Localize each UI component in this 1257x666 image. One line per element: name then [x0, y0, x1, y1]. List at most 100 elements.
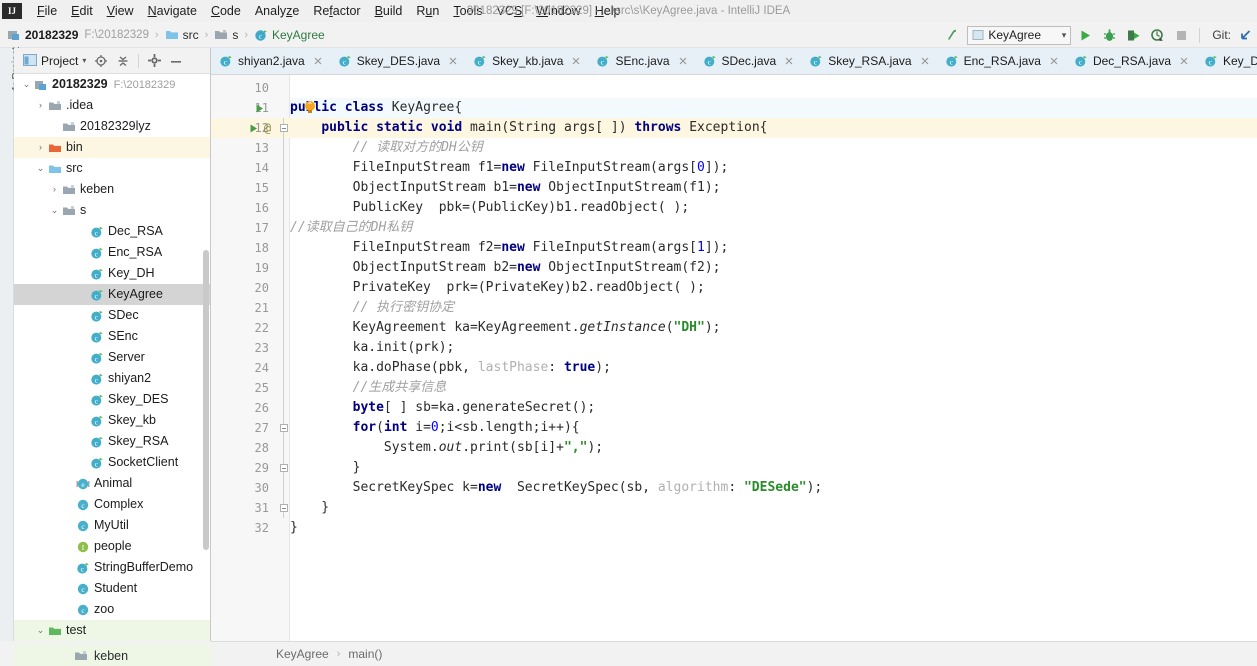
code-line-19[interactable]: ObjectInputStream b2=new ObjectInputStre…: [290, 258, 721, 278]
close-icon[interactable]: [920, 56, 930, 66]
tree-node-skey-rsa[interactable]: c Skey_RSA: [14, 431, 210, 452]
code-line-20[interactable]: PrivateKey prk=(PrivateKey)b2.readObject…: [290, 278, 705, 298]
editor-tab-senc-java[interactable]: c SEnc.java: [588, 48, 695, 74]
editor-gutter[interactable]: 1011121314151617181920212223242526272829…: [211, 75, 277, 641]
close-icon[interactable]: [1049, 56, 1059, 66]
breadcrumb-item-class[interactable]: c KeyAgree: [251, 27, 328, 43]
tree-node--idea[interactable]: › .idea: [14, 95, 210, 116]
editor-tab-skey-des-java[interactable]: c Skey_DES.java: [329, 48, 466, 74]
chevron-down-icon[interactable]: ⌄: [20, 74, 33, 95]
editor-tab-skey-kb-java[interactable]: c Skey_kb.java: [465, 48, 589, 74]
menu-item-navigate[interactable]: Navigate: [141, 2, 204, 20]
tree-node-keyagree[interactable]: c KeyAgree: [14, 284, 210, 305]
tree-node-animal[interactable]: e Animal: [14, 473, 210, 494]
settings-gear-icon[interactable]: [144, 51, 164, 71]
editor-fold-column[interactable]: [277, 75, 290, 641]
code-line-24[interactable]: ka.doPhase(pbk, lastPhase: true);: [290, 358, 611, 378]
tree-node-src[interactable]: ⌄ src: [14, 158, 210, 179]
status-crumb-method[interactable]: main(): [348, 647, 382, 661]
code-line-30[interactable]: SecretKeySpec k=new SecretKeySpec(sb, al…: [290, 478, 823, 498]
code-line-18[interactable]: FileInputStream f2=new FileInputStream(a…: [290, 238, 729, 258]
run-icon[interactable]: [1076, 26, 1095, 45]
project-tree[interactable]: ⌄ 20182329 F:\20182329 › .idea 20182329lyz › bi…: [14, 74, 210, 648]
editor-tab-skey-rsa-java[interactable]: c Skey_RSA.java: [801, 48, 937, 74]
close-icon[interactable]: [1179, 56, 1189, 66]
code-line-21[interactable]: // 执行密钥协定: [290, 298, 454, 318]
tool-tab-project-wrap[interactable]: 1: Project: [0, 47, 22, 126]
hide-panel-icon[interactable]: [166, 51, 186, 71]
fold-marker[interactable]: [280, 504, 288, 512]
code-line-14[interactable]: FileInputStream f1=new FileInputStream(a…: [290, 158, 729, 178]
chevron-down-icon[interactable]: ⌄: [34, 158, 47, 179]
collapse-all-icon[interactable]: [113, 51, 133, 71]
tree-node-people[interactable]: Ipeople: [14, 536, 210, 557]
editor-tab-shiyan2-java[interactable]: c shiyan2.java: [211, 48, 330, 74]
override-at-icon[interactable]: @: [261, 118, 274, 138]
menu-item-view[interactable]: View: [100, 2, 141, 20]
run-coverage-icon[interactable]: [1124, 26, 1143, 45]
fold-marker[interactable]: [280, 124, 288, 132]
tree-node-shiyan2[interactable]: c shiyan2: [14, 368, 210, 389]
locate-icon[interactable]: [91, 51, 111, 71]
menu-item-build[interactable]: Build: [368, 2, 410, 20]
chevron-right-icon[interactable]: ›: [34, 95, 47, 116]
tree-node-sdec[interactable]: c SDec: [14, 305, 210, 326]
code-line-32[interactable]: }: [290, 518, 298, 538]
chevron-down-icon[interactable]: ▾: [1062, 30, 1067, 41]
chevron-right-icon[interactable]: ›: [34, 137, 47, 158]
chevron-down-icon[interactable]: ⌄: [48, 200, 61, 221]
tree-node-server[interactable]: c Server: [14, 347, 210, 368]
close-icon[interactable]: [313, 56, 323, 66]
intention-bulb-icon[interactable]: [302, 99, 318, 115]
code-line-25[interactable]: //生成共享信息: [290, 378, 447, 398]
code-editor[interactable]: 1011121314151617181920212223242526272829…: [211, 75, 1257, 641]
chevron-down-icon[interactable]: ⌄: [34, 620, 47, 641]
tree-node-s[interactable]: ⌄ s: [14, 200, 210, 221]
menu-item-run[interactable]: Run: [409, 2, 446, 20]
code-line-15[interactable]: ObjectInputStream b1=new ObjectInputStre…: [290, 178, 721, 198]
breadcrumb-item-project[interactable]: 20182329 F:\20182329: [4, 27, 152, 43]
code-line-12[interactable]: public static void main(String args[ ]) …: [290, 118, 767, 138]
tree-node-key-dh[interactable]: c Key_DH: [14, 263, 210, 284]
code-line-31[interactable]: }: [290, 498, 329, 518]
menu-item-refactor[interactable]: Refactor: [306, 2, 367, 20]
breadcrumb[interactable]: 20182329 F:\20182329 › src › s › c KeyAg…: [4, 27, 328, 43]
project-panel-title-button[interactable]: Project ▾: [20, 53, 89, 69]
code-line-17[interactable]: //读取自己的DH私钥: [290, 218, 412, 238]
tree-node-bin[interactable]: › bin: [14, 137, 210, 158]
code-line-22[interactable]: KeyAgreement ka=KeyAgreement.getInstance…: [290, 318, 721, 338]
tree-node-senc[interactable]: c SEnc: [14, 326, 210, 347]
tree-node-test[interactable]: ⌄ test: [14, 620, 210, 641]
run-gutter-icon[interactable]: [247, 118, 260, 138]
close-icon[interactable]: [678, 56, 688, 66]
tree-node-complex[interactable]: c Complex: [14, 494, 210, 515]
close-icon[interactable]: [571, 56, 581, 66]
tree-node-zoo[interactable]: c zoo: [14, 599, 210, 620]
status-crumb-class[interactable]: KeyAgree: [276, 647, 329, 661]
tree-node-dec-rsa[interactable]: c Dec_RSA: [14, 221, 210, 242]
editor-tab-enc-rsa-java[interactable]: c Enc_RSA.java: [936, 48, 1066, 74]
menu-item-code[interactable]: Code: [204, 2, 248, 20]
tree-node-student[interactable]: c Student: [14, 578, 210, 599]
project-tree-scrollbar[interactable]: [202, 74, 210, 648]
breadcrumb-item-s[interactable]: s: [211, 27, 241, 43]
editor-tab-key-dh-java[interactable]: c Key_DH.java: [1196, 48, 1257, 74]
close-icon[interactable]: [784, 56, 794, 66]
chevron-down-icon[interactable]: ▾: [82, 56, 86, 65]
tree-node-20182329[interactable]: ⌄ 20182329 F:\20182329: [14, 74, 210, 95]
tree-node-enc-rsa[interactable]: c Enc_RSA: [14, 242, 210, 263]
menu-item-analyze[interactable]: Analyze: [248, 2, 306, 20]
editor-tab-bar[interactable]: c shiyan2.java c Skey_DES.java c Skey_kb.java…: [211, 48, 1257, 75]
tree-node-stringbufferdemo[interactable]: c StringBufferDemo: [14, 557, 210, 578]
editor-code-area[interactable]: public class KeyAgree{ public static voi…: [290, 75, 1257, 641]
vcs-update-icon[interactable]: [1236, 26, 1255, 45]
code-line-23[interactable]: ka.init(prk);: [290, 338, 455, 358]
fold-marker[interactable]: [280, 424, 288, 432]
profile-icon[interactable]: [1148, 26, 1167, 45]
tree-node-skey-des[interactable]: c Skey_DES: [14, 389, 210, 410]
code-line-26[interactable]: byte[ ] sb=ka.generateSecret();: [290, 398, 596, 418]
code-line-13[interactable]: // 读取对方的DH公钥: [290, 138, 483, 158]
tree-node-socketclient[interactable]: c SocketClient: [14, 452, 210, 473]
debug-icon[interactable]: [1100, 26, 1119, 45]
fold-marker[interactable]: [280, 464, 288, 472]
